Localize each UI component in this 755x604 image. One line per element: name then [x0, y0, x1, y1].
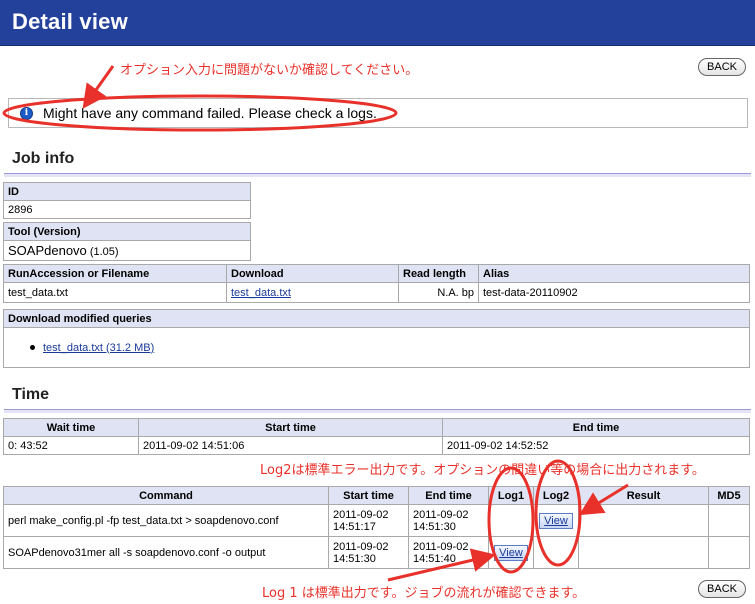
files-cell-read-length: N.A. bp [398, 282, 479, 303]
cmd-header-command: Command [3, 486, 329, 505]
title-bar: Detail view [0, 0, 755, 46]
files-header-filename: RunAccession or Filename [3, 264, 227, 283]
time-table: Wait time Start time End time 0: 43:52 2… [3, 418, 750, 455]
status-message-text: Might have any command failed. Please ch… [43, 105, 377, 121]
cmd-cell-result [578, 536, 709, 569]
view-log2-button[interactable]: View [539, 512, 573, 529]
cmd-cell-log1: View [488, 536, 534, 569]
id-table: ID 2896 [3, 182, 251, 219]
cmd-header-md5: MD5 [708, 486, 750, 505]
files-header-alias: Alias [478, 264, 750, 283]
files-header-download: Download [226, 264, 399, 283]
cmd-header-result: Result [578, 486, 709, 505]
annotation-log2: Log2は標準エラー出力です。オプションの間違い等の場合に出力されます。 [260, 463, 705, 478]
section-title-time: Time [12, 386, 50, 403]
table-row: perl make_config.pl -fp test_data.txt > … [3, 504, 750, 537]
tool-label: Tool (Version) [3, 222, 251, 241]
time-wait-value: 0: 43:52 [3, 436, 139, 455]
page-title: Detail view [12, 9, 128, 34]
tool-value: SOAPdenovo (1.05) [3, 240, 251, 261]
cmd-header-end: End time [408, 486, 489, 505]
status-message: i Might have any command failed. Please … [8, 98, 748, 128]
tool-name: SOAPdenovo [8, 243, 87, 258]
cmd-cell-start: 2011-09-02 14:51:30 [328, 536, 409, 569]
bullet [30, 345, 35, 351]
id-label: ID [3, 182, 251, 201]
section-time: Time [4, 384, 751, 413]
annotation-top: オプション入力に問題がないか確認してください。 [120, 63, 419, 78]
section-job-info: Job info [4, 148, 751, 177]
cmd-cell-end: 2011-09-02 14:51:30 [408, 504, 489, 537]
section-title-job-info: Job info [12, 150, 75, 167]
download-link[interactable]: test_data.txt [231, 287, 291, 299]
cmd-header-log2: Log2 [533, 486, 579, 505]
cmd-cell-log2: View [533, 504, 579, 537]
tool-version: (1.05) [89, 246, 119, 258]
files-header-read-length: Read length [398, 264, 479, 283]
time-header-end: End time [442, 418, 750, 437]
cmd-cell-log2 [533, 536, 579, 569]
download-queries-list: test_data.txt (31.2 MB) [3, 327, 750, 368]
view-log1-button[interactable]: View [494, 544, 528, 561]
cmd-cell-start: 2011-09-02 14:51:17 [328, 504, 409, 537]
files-table: RunAccession or Filename Download Read l… [3, 264, 750, 303]
files-cell-alias: test-data-20110902 [478, 282, 750, 303]
back-button-top[interactable]: BACK [698, 58, 746, 76]
annotation-log1: Log 1 は標準出力です。ジョブの流れが確認できます。 [262, 586, 586, 601]
cmd-cell-command: SOAPdenovo31mer all -s soapdenovo.conf -… [3, 536, 329, 569]
cmd-cell-result [578, 504, 709, 537]
table-row: SOAPdenovo31mer all -s soapdenovo.conf -… [3, 536, 750, 569]
download-query-link[interactable]: test_data.txt (31.2 MB) [43, 342, 154, 354]
time-header-start: Start time [138, 418, 443, 437]
id-value: 2896 [3, 200, 251, 219]
cmd-header-start: Start time [328, 486, 409, 505]
cmd-header-log1: Log1 [488, 486, 534, 505]
files-cell-filename: test_data.txt [3, 282, 227, 303]
time-start-value: 2011-09-02 14:51:06 [138, 436, 443, 455]
cmd-cell-end: 2011-09-02 14:51:40 [408, 536, 489, 569]
cmd-cell-md5 [708, 536, 750, 569]
files-cell-download: test_data.txt [226, 282, 399, 303]
info-icon: i [20, 107, 33, 120]
download-queries-label: Download modified queries [3, 309, 750, 328]
cmd-cell-md5 [708, 504, 750, 537]
time-header-wait: Wait time [3, 418, 139, 437]
back-button-bottom[interactable]: BACK [698, 580, 746, 598]
cmd-cell-log1 [488, 504, 534, 537]
download-queries-table: Download modified queries test_data.txt … [3, 309, 750, 368]
cmd-cell-command: perl make_config.pl -fp test_data.txt > … [3, 504, 329, 537]
commands-table: Command Start time End time Log1 Log2 Re… [3, 486, 750, 569]
time-end-value: 2011-09-02 14:52:52 [442, 436, 750, 455]
tool-table: Tool (Version) SOAPdenovo (1.05) [3, 222, 251, 261]
